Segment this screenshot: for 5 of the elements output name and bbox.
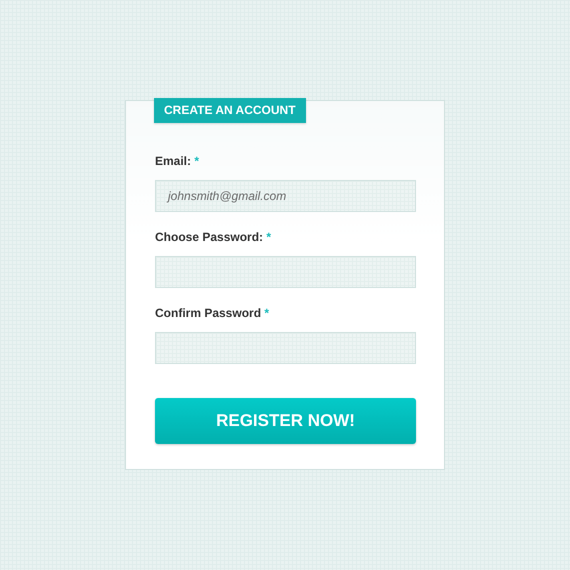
form-title: CREATE AN ACCOUNT: [154, 98, 306, 123]
field-label: Choose Password: *: [155, 230, 272, 244]
input-field[interactable]: johnsmith@gmail.com: [155, 180, 416, 212]
field-label: Email: *: [155, 154, 200, 168]
field-label: Confirm Password *: [155, 306, 270, 320]
